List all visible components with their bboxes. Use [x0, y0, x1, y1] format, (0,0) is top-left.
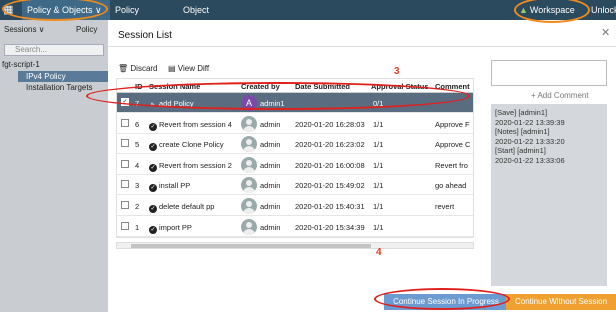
avatar: [241, 198, 257, 214]
row-created-by: admin: [260, 181, 281, 191]
row-comment: go ahead: [435, 181, 467, 191]
note-line: 2020-01-22 13:33:06: [495, 155, 565, 165]
row-approval-status: 1/1: [373, 202, 384, 211]
row-checkbox[interactable]: [121, 221, 129, 230]
row-date-submitted: 2020-01-20 15:49:02: [295, 181, 365, 191]
continue-without-session-button[interactable]: Continue Without Session: [506, 294, 616, 310]
tree-item-installation-targets[interactable]: Installation Targets: [26, 83, 93, 92]
row-approval-status: 1/1: [373, 119, 384, 129]
check-circle-icon: ✓: [149, 184, 157, 193]
row-comment: Revert fro: [435, 160, 468, 170]
row-session-name: ✓ Revert from session 2: [149, 160, 232, 172]
app-window: ▦ Policy & Objects ∨ Policy Packages Obj…: [0, 0, 616, 312]
row-date-submitted: 2020-01-20 16:00:08: [295, 160, 365, 170]
tab-object-configurations[interactable]: Object Configurations: [178, 0, 272, 35]
policy-button[interactable]: Policy: [76, 25, 97, 34]
sidebar-search-input[interactable]: Search...: [4, 44, 104, 56]
row-checkbox[interactable]: [121, 159, 129, 168]
row-date-submitted: 2020-01-20 16:28:03: [295, 119, 365, 129]
scrollbar-thumb[interactable]: [131, 244, 371, 248]
table-row[interactable]: 5 ✓ create Clone Policy admin 2020-01-20 16:…: [117, 134, 473, 155]
row-approval-status: 1/1: [373, 181, 384, 191]
row-approval-status: 1/1: [373, 222, 384, 232]
row-id: 2: [135, 202, 140, 211]
check-circle-icon: ✓: [149, 143, 157, 152]
comment-input[interactable]: [491, 60, 607, 86]
row-checkbox[interactable]: [121, 139, 129, 148]
trash-icon: 🗑: [118, 64, 129, 73]
avatar: [241, 177, 257, 194]
discard-label: Discard: [130, 64, 158, 73]
session-notes-panel: [Save] [admin1] 2020-01-22 13:39:39 [Notes…: [491, 104, 607, 286]
discard-button[interactable]: 🗑 Discard: [118, 64, 158, 73]
note-line: [Save] [admin1]: [495, 108, 548, 117]
tab-policy-packages[interactable]: Policy Packages: [110, 0, 178, 35]
table-row[interactable]: 3 ✓ install PP admin 2020-01-20 15:49:02 1/1 g…: [117, 175, 473, 196]
annotation-oval-selected-row: [86, 82, 470, 110]
row-checkbox[interactable]: [121, 118, 129, 127]
row-created-by: admin: [260, 202, 281, 211]
avatar: [241, 218, 257, 235]
unlock-button[interactable]: Unlock: [586, 0, 616, 20]
row-id: 6: [135, 119, 140, 129]
row-created-by: admin: [260, 119, 281, 129]
row-id: 1: [135, 222, 140, 232]
annotation-oval-continue: [374, 288, 510, 310]
table-row[interactable]: 4 ✓ Revert from session 2 admin 2020-01-20 1…: [117, 155, 473, 175]
annotation-step-3: 3: [394, 66, 400, 77]
row-id: 3: [135, 181, 140, 191]
table-row[interactable]: 1 ✓ import PP admin 2020-01-20 15:34:39 1/1: [117, 217, 473, 237]
check-circle-icon: ✓: [149, 205, 157, 213]
tree-item-device[interactable]: fgt-script-1: [2, 60, 40, 69]
row-session-name: ✓ import PP: [149, 222, 192, 234]
view-diff-icon: ▤: [168, 64, 176, 73]
row-session-name: ✓ install PP: [149, 181, 191, 193]
row-session-name: ✓ Revert from session 4: [149, 119, 232, 131]
session-list-dialog: Session List ✕ 🗑 Discard ▤ View Diff ID …: [108, 20, 616, 312]
sessions-dropdown[interactable]: Sessions ∨: [4, 25, 45, 34]
row-session-name: ✓ delete default pp: [149, 202, 215, 213]
sidebar-toolbar: Sessions ∨ Policy: [0, 22, 108, 40]
tree-item-ipv4-policy[interactable]: IPv4 Policy: [18, 71, 108, 82]
row-approval-status: 1/1: [373, 140, 384, 150]
avatar: [241, 136, 257, 153]
row-id: 5: [135, 140, 140, 150]
table-row[interactable]: 6 ✓ Revert from session 4 admin 2020-01-20 1…: [117, 114, 473, 134]
dialog-title: Session List: [118, 30, 172, 41]
row-created-by: admin: [260, 222, 281, 232]
row-created-by: admin: [260, 160, 281, 170]
check-circle-icon: ✓: [149, 122, 157, 131]
row-date-submitted: 2020-01-20 15:34:39: [295, 222, 365, 232]
note-line: 2020-01-22 13:33:20: [495, 136, 565, 146]
annotation-step-4: 4: [376, 247, 382, 258]
row-comment: revert: [435, 202, 455, 211]
title-divider: [108, 46, 616, 47]
row-id: 4: [135, 160, 140, 170]
row-date-submitted: 2020-01-20 16:23:02: [295, 140, 365, 150]
avatar: [241, 156, 257, 173]
note-line: [Notes] [admin1]: [495, 127, 550, 136]
horizontal-scrollbar[interactable]: [116, 242, 474, 249]
row-checkbox[interactable]: [121, 180, 129, 189]
close-icon[interactable]: ✕: [601, 26, 610, 39]
add-comment-button[interactable]: + Add Comment: [531, 91, 589, 100]
row-approval-status: 1/1: [373, 160, 384, 170]
view-diff-button[interactable]: ▤ View Diff: [168, 64, 209, 73]
view-diff-label: View Diff: [177, 64, 210, 73]
check-circle-icon: ✓: [149, 163, 157, 172]
row-comment: Approve C: [435, 140, 471, 150]
row-created-by: admin: [260, 140, 281, 150]
note-line: 2020-01-22 13:39:39: [495, 117, 565, 127]
row-session-name: ✓ create Clone Policy: [149, 140, 224, 152]
check-circle-icon: ✓: [149, 225, 157, 234]
avatar: [241, 115, 257, 132]
note-line: [Start] [admin1]: [495, 146, 546, 155]
row-comment: Approve F: [435, 119, 470, 129]
row-date-submitted: 2020-01-20 15:40:31: [295, 202, 365, 211]
table-row[interactable]: 2 ✓ delete default pp admin 2020-01-20 15:40…: [117, 196, 473, 216]
add-comment-label: Add Comment: [537, 91, 589, 100]
row-checkbox[interactable]: [121, 201, 129, 209]
